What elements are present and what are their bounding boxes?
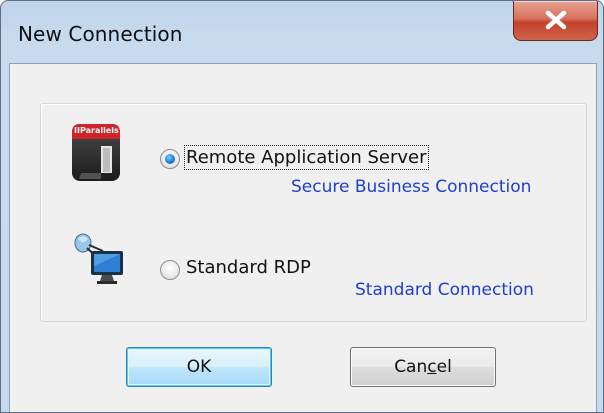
ok-button[interactable]: OK (126, 347, 272, 387)
cancel-button[interactable]: Cancel (350, 347, 496, 387)
window-title: New Connection (18, 22, 183, 46)
close-button[interactable] (513, 1, 598, 41)
label-remote-application-server[interactable]: Remote Application Server (184, 145, 429, 170)
dialog-window: New Connection IIParallels Remote Applic… (0, 0, 604, 413)
parallels-icon-text: IIParallels (74, 126, 119, 135)
rdp-monitor-icon (74, 233, 123, 284)
radio-selected-dot (165, 154, 175, 164)
radio-remote-application-server[interactable] (160, 149, 180, 169)
title-bar[interactable]: New Connection (1, 1, 603, 63)
cancel-button-label: Cancel (394, 357, 452, 377)
secure-business-connection-text: Secure Business Connection (291, 177, 532, 197)
connection-type-group: IIParallels Remote Application Server Se… (40, 103, 587, 322)
dialog-body: IIParallels Remote Application Server Se… (9, 63, 597, 412)
close-icon (545, 10, 567, 30)
ok-button-label: OK (186, 357, 212, 377)
radio-standard-rdp[interactable] (160, 260, 180, 280)
standard-connection-text: Standard Connection (355, 280, 534, 300)
label-standard-rdp[interactable]: Standard RDP (186, 257, 311, 278)
